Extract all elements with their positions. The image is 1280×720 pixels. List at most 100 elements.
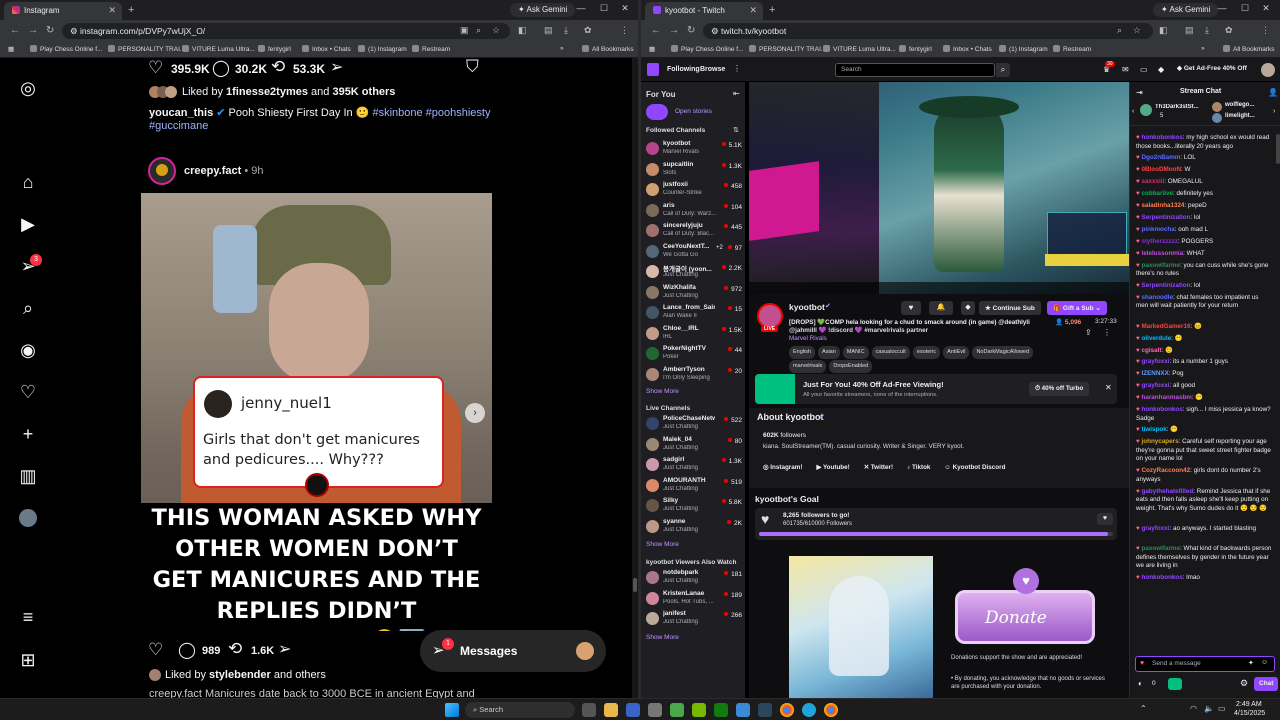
comment-icon[interactable]: ◯ (178, 640, 196, 660)
caption-hashtag[interactable]: #guccimane (149, 120, 208, 132)
bookmark-item[interactable]: Restream (412, 45, 450, 53)
stream-tag[interactable]: esoteric (912, 346, 941, 359)
chat-username[interactable]: haranhanmasbm (1142, 394, 1192, 401)
search-input[interactable]: Search (835, 63, 995, 77)
bookmark-item[interactable]: Restream (1053, 45, 1091, 53)
bookmark-star-icon[interactable]: ☆ (492, 25, 500, 36)
sidebar-channel[interactable]: AMOURANTH Just Chatting 519 (646, 477, 742, 497)
new-tab-icon[interactable]: + (769, 4, 775, 16)
chat-username[interactable]: grayfoxxi (1142, 358, 1170, 365)
url-bar[interactable]: ⚙ instagram.com/p/DVPy7wUjX_O/ (62, 23, 510, 39)
user-avatar[interactable] (1261, 63, 1275, 77)
chat-settings-icon[interactable]: ⚙ (1240, 678, 1248, 689)
download-icon[interactable]: ⤓ (564, 25, 568, 36)
prev-leader-icon[interactable]: ‹ (1132, 108, 1134, 115)
claim-bonus-button[interactable] (1168, 678, 1182, 690)
sidebar-channel[interactable]: PokerNightTV Poker 44 (646, 345, 742, 365)
twitter-link[interactable]: ✕ Twitter! (864, 464, 893, 471)
reload-icon[interactable]: ↻ (46, 25, 54, 36)
inbox-icon[interactable]: ✉ (1122, 65, 1129, 74)
edge-app-icon[interactable] (802, 703, 816, 717)
bookmark-item[interactable]: Inbox • Chats (943, 45, 992, 53)
chat-username[interactable]: cgisalt (1142, 347, 1162, 354)
bits-icon[interactable]: ✦ (1248, 659, 1254, 667)
dashboard-icon[interactable]: ▥ (18, 466, 38, 487)
more-options-icon[interactable]: ⋮ (1103, 328, 1111, 337)
sidebar-channel[interactable]: Silky Just Chatting 5.8K (646, 497, 742, 517)
whispers-icon[interactable]: ▭ (1140, 65, 1148, 74)
chat-username[interactable]: shanoodle (1142, 294, 1174, 301)
share-icon[interactable]: ➢ (278, 639, 291, 659)
heart-icon[interactable]: ♡ (18, 382, 38, 403)
save-bookmark-icon[interactable]: ⛉ (466, 57, 479, 77)
twitch-logo-icon[interactable] (647, 63, 659, 76)
emote-picker-icon[interactable]: ☺ (1261, 659, 1268, 666)
chat-username[interactable]: paxowlfarme (1142, 262, 1181, 269)
show-more-also[interactable]: Show More (646, 634, 679, 641)
bookmark-star-icon[interactable]: ☆ (1133, 25, 1141, 36)
sidebar-icon[interactable]: ▤ (544, 25, 553, 36)
chat-username[interactable]: honkobonkos (1142, 406, 1183, 413)
nvidia-app-icon[interactable] (692, 703, 706, 717)
menu-kebab-icon[interactable]: ⋮ (620, 25, 629, 36)
bookmark-item[interactable]: Play Chess Online f... (30, 45, 103, 53)
battery-icon[interactable]: ▭ (1218, 704, 1226, 713)
cast-icon[interactable]: ▣ (460, 25, 469, 36)
goal-follow-icon[interactable]: ♥ (1097, 513, 1113, 525)
stream-tag[interactable]: marvelrivals (789, 360, 827, 373)
media-app-icon[interactable] (670, 703, 684, 717)
maximize-icon[interactable]: ☐ (1234, 3, 1256, 14)
stream-tag[interactable]: AntiEvil (943, 346, 970, 359)
extension-icon[interactable]: ◧ (518, 25, 527, 36)
scrollbar-thumb[interactable] (633, 578, 637, 592)
caption-author[interactable]: youcan_this (149, 107, 213, 119)
close-window-icon[interactable]: ✕ (1255, 3, 1277, 14)
sidebar-channel[interactable]: KristenLanae Pools, Hot Tubs, ... 189 (646, 590, 742, 610)
chat-username[interactable]: CozyRaccoon42 (1142, 467, 1191, 474)
stream-tag[interactable]: casualoccult (871, 346, 910, 359)
stream-tag[interactable]: MANIC (842, 346, 869, 359)
instagram-logo-icon[interactable]: ◎ (18, 78, 38, 99)
more-menu-icon[interactable]: ⋮ (733, 64, 741, 73)
windows-start-icon[interactable] (445, 703, 459, 717)
bookmark-item[interactable]: (1) Instagram (358, 45, 407, 53)
bits-icon[interactable]: ◆ (1158, 65, 1164, 74)
sidebar-channel[interactable]: AmberrTyson I'm Only Sleeping 20 (646, 366, 742, 386)
bookmark-item[interactable]: Inbox • Chats (302, 45, 351, 53)
chat-username[interactable]: johnycapers (1142, 438, 1179, 445)
sidebar-channel[interactable]: CeeYouNextT... We Gotta Go +2 97 (646, 243, 742, 263)
tray-chevron-icon[interactable]: ⌃ (1140, 704, 1147, 713)
turbo-button[interactable]: ⏱ 40% off Turbo (1029, 382, 1090, 396)
like-heart-icon[interactable]: ♡ (148, 640, 163, 660)
forward-icon[interactable]: → (28, 25, 38, 36)
share-icon[interactable]: ➢ (330, 57, 343, 77)
chrome-app-icon[interactable] (824, 703, 838, 717)
chat-username[interactable]: pinkmocha (1142, 226, 1175, 233)
sidebar-channel[interactable]: supcaitlin Slots 1.3K (646, 161, 742, 181)
sidebar-channel[interactable]: kyootbot Marvel Rivals 5.1K (646, 140, 742, 160)
chat-scrollbar[interactable] (1276, 134, 1280, 164)
sidebar-icon[interactable]: ▤ (1185, 25, 1194, 36)
chat-username[interactable]: saxxxiii (1142, 178, 1165, 185)
sidebar-channel[interactable]: aris Call of Duty: Warz... 104 (646, 202, 742, 222)
close-promo-icon[interactable]: ✕ (1105, 383, 1112, 392)
donate-panel[interactable]: ♥ Donate (949, 560, 1095, 660)
art-panel[interactable] (789, 556, 933, 698)
stream-tag[interactable]: Asian (818, 346, 840, 359)
share-icon[interactable]: ⇪ (1085, 328, 1092, 337)
gamepad-icon[interactable]: ✿ (1225, 25, 1233, 36)
post-author-name[interactable]: creepy.fact (184, 165, 241, 177)
gift-diamond-icon[interactable]: ◆ (961, 301, 975, 315)
reels-icon[interactable]: ▶ (18, 214, 38, 235)
stream-tag[interactable]: NoDarkMagicAllowed (972, 346, 1034, 359)
apps-icon[interactable]: ▦ (8, 45, 14, 53)
channel-points-icon[interactable]: ◐ (1138, 679, 1143, 688)
like-heart-icon[interactable]: ♡ (148, 58, 163, 78)
chat-username[interactable]: paxowlfarme (1142, 545, 1181, 552)
store-app-icon[interactable] (736, 703, 750, 717)
show-more-live[interactable]: Show More (646, 541, 679, 548)
chat-username[interactable]: IZENNXX (1142, 370, 1169, 377)
follow-heart-button[interactable]: ♥ (901, 301, 921, 315)
back-icon[interactable]: ← (10, 25, 20, 36)
chat-username[interactable]: honkobonkos (1142, 134, 1183, 141)
